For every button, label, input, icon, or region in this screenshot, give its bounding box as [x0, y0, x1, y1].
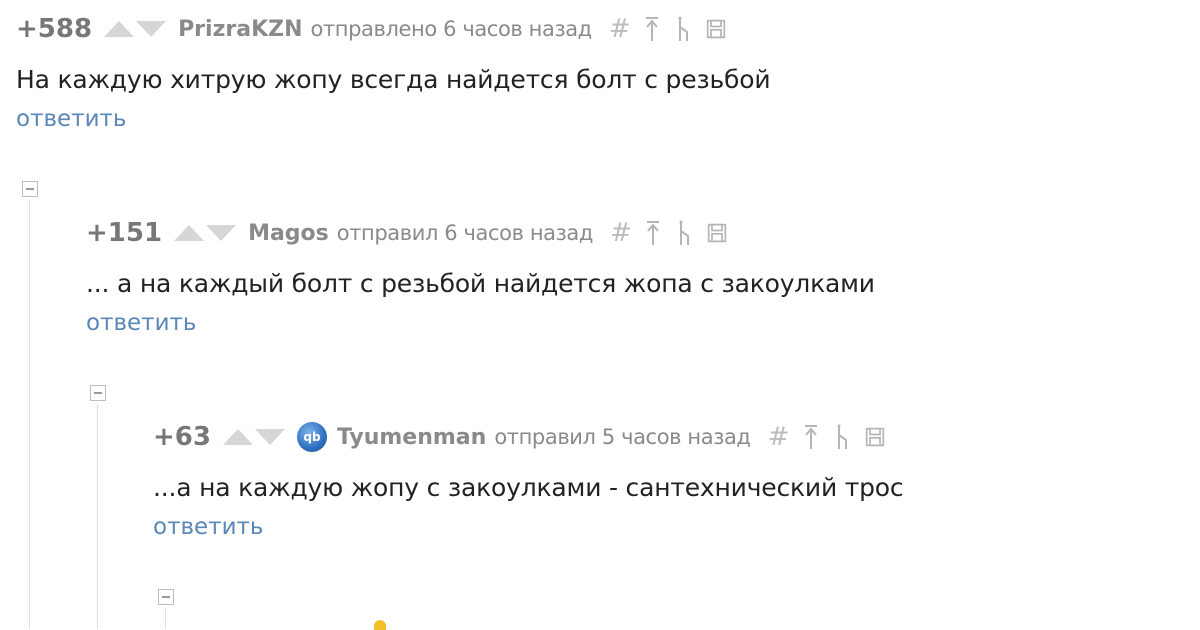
comment-timestamp[interactable]: отправил 5 часов назад [494, 425, 751, 449]
hash-icon[interactable]: # [768, 422, 790, 452]
comment-header: +63 qb Tyumenman отправил 5 часов назад … [153, 418, 903, 456]
comment-author[interactable]: Magos [248, 221, 329, 246]
comment-text: На каждую хитрую жопу всегда найдется бо… [16, 65, 771, 94]
thread-line [97, 405, 98, 628]
comment-author[interactable]: PrizraKZN [178, 17, 302, 42]
comment-timestamp[interactable]: отправлено 6 часов назад [311, 17, 593, 41]
comment: +63 qb Tyumenman отправил 5 часов назад … [153, 418, 904, 540]
upvote-arrow-icon[interactable] [174, 225, 205, 241]
collapse-branch-button[interactable] [158, 589, 174, 605]
comment-text: ...а на каждую жопу с закоулками - санте… [153, 473, 904, 502]
downvote-arrow-icon[interactable] [206, 225, 237, 241]
collapse-branch-button[interactable] [22, 181, 38, 197]
reply-link[interactable]: ответить [86, 310, 196, 336]
avatar[interactable]: qb [296, 422, 327, 452]
comment-rating: +63 [153, 422, 211, 452]
collapse-branch-button[interactable] [90, 385, 106, 401]
comment-author[interactable]: Tyumenman [337, 425, 486, 450]
scroll-to-parent-icon[interactable] [642, 15, 662, 43]
vote-controls [174, 225, 237, 241]
comment: +588 PrizraKZN отправлено 6 часов назад … [16, 10, 771, 132]
vote-controls [104, 21, 167, 37]
comment-header: +588 PrizraKZN отправлено 6 часов назад … [16, 10, 770, 48]
comment-tools: # [609, 14, 726, 44]
comment-rating: +588 [16, 14, 93, 44]
upvote-arrow-icon[interactable] [104, 21, 135, 37]
thread-line [165, 609, 166, 628]
save-icon[interactable] [865, 423, 885, 451]
scroll-to-parent-icon[interactable] [643, 219, 663, 247]
scroll-to-parent-icon[interactable] [801, 423, 821, 451]
hash-icon[interactable]: # [609, 14, 631, 44]
comment-header: +151 Magos отправил 6 часов назад # [86, 214, 875, 252]
next-comment-avatar-icon [374, 620, 386, 630]
branch-icon[interactable] [675, 219, 695, 247]
downvote-arrow-icon[interactable] [254, 429, 285, 445]
thread-line [29, 201, 30, 628]
save-icon[interactable] [707, 219, 727, 247]
downvote-arrow-icon[interactable] [136, 21, 167, 37]
comment-text: ... а на каждый болт с резьбой найдется … [86, 269, 875, 298]
comment-tools: # [768, 422, 885, 452]
branch-icon[interactable] [674, 15, 694, 43]
reply-link[interactable]: ответить [153, 514, 263, 540]
reply-link[interactable]: ответить [16, 106, 126, 132]
branch-icon[interactable] [833, 423, 853, 451]
save-icon[interactable] [706, 15, 726, 43]
upvote-arrow-icon[interactable] [222, 429, 253, 445]
comment-rating: +151 [86, 218, 163, 248]
comment-tools: # [610, 218, 727, 248]
comment-timestamp[interactable]: отправил 6 часов назад [337, 221, 594, 245]
vote-controls [222, 429, 285, 445]
comment: +151 Magos отправил 6 часов назад # ... … [86, 214, 875, 336]
hash-icon[interactable]: # [610, 218, 632, 248]
